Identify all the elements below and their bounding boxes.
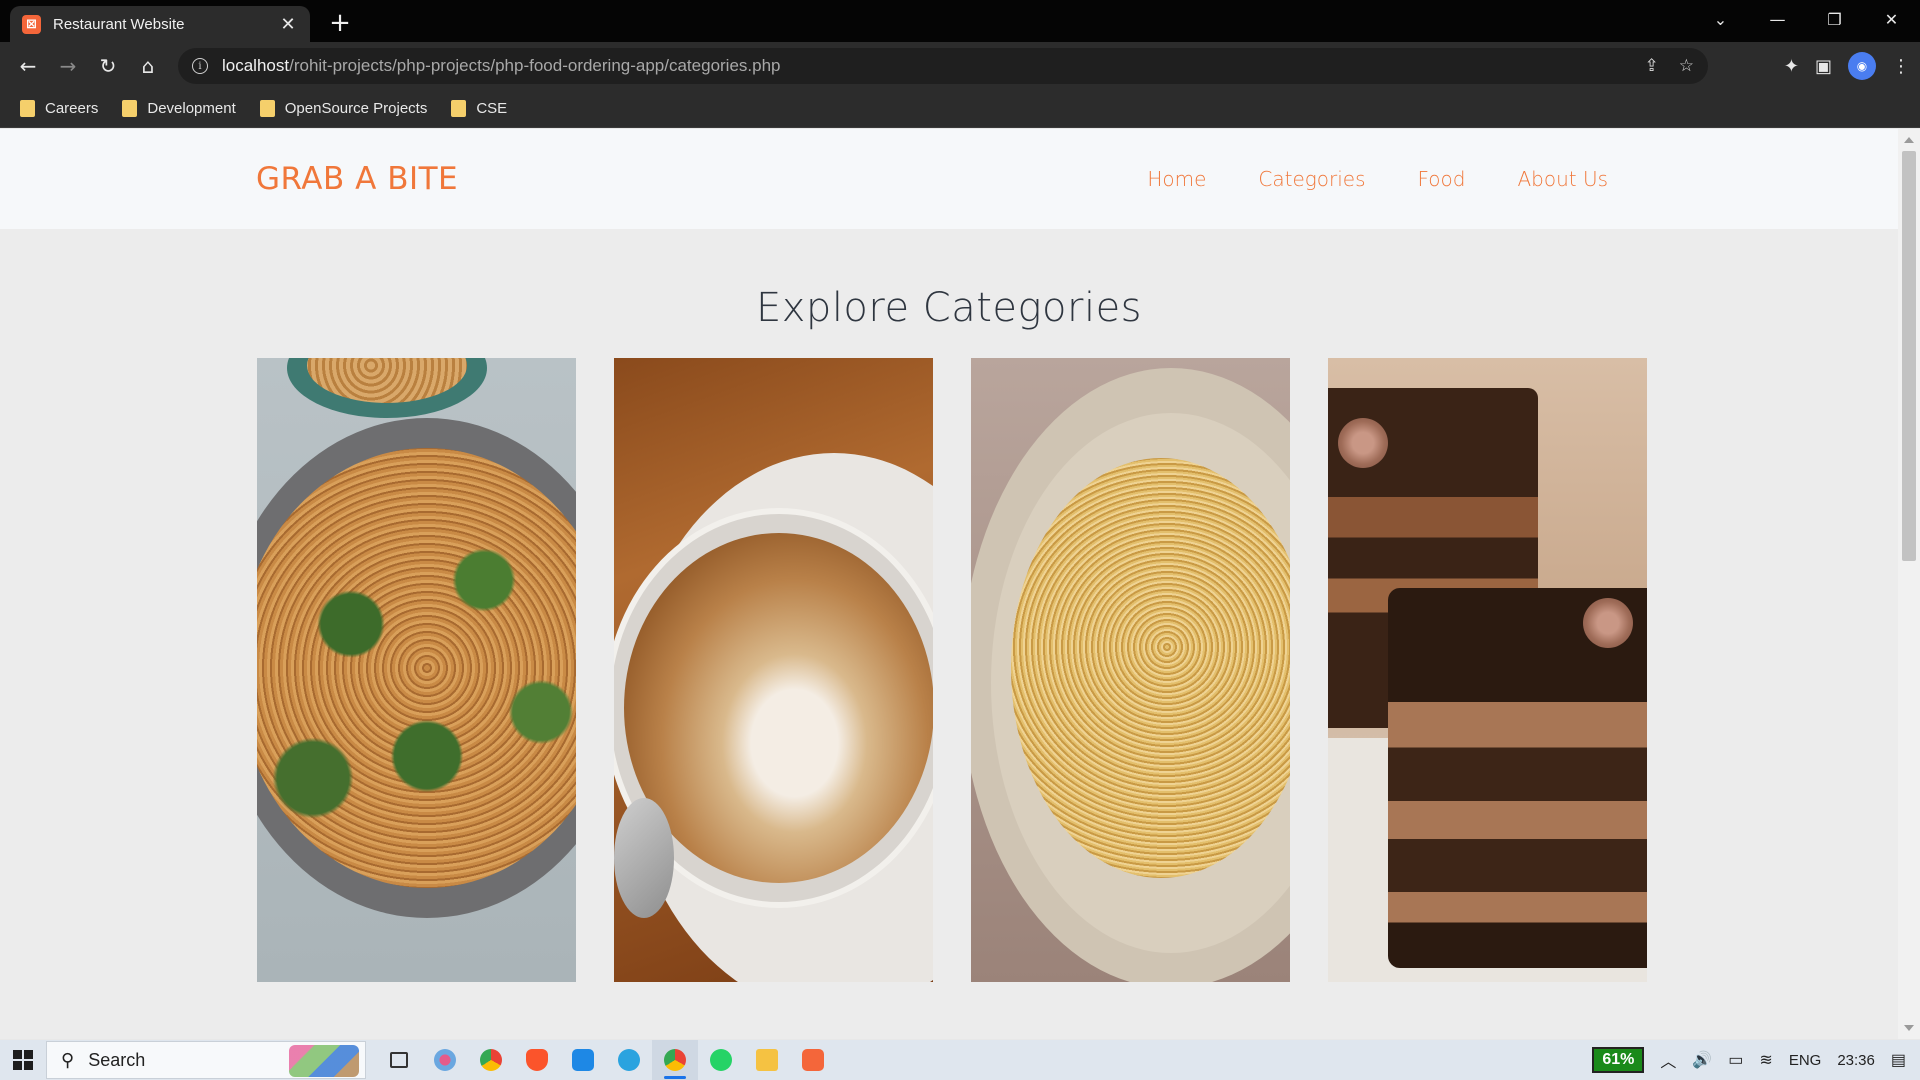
tab-search-icon[interactable]: ⌄ [1692,0,1749,38]
taskbar-apps [376,1040,836,1080]
show-hidden-icons-icon[interactable]: ︿ [1660,1048,1676,1072]
clock[interactable]: 23:36 [1837,1052,1875,1069]
page-scrollbar[interactable] [1898,129,1920,1039]
scroll-down-icon[interactable] [1904,1025,1914,1031]
bookmarks-bar: Careers Development OpenSource Projects … [0,90,1920,128]
back-icon[interactable]: ← [8,46,48,86]
window-controls: ⌄ — ❐ ✕ [1692,0,1920,42]
bookmark-careers[interactable]: Careers [20,100,98,117]
brave-app-icon[interactable] [514,1040,560,1080]
site-nav: Home Categories Food About Us [1147,167,1608,191]
system-tray: 61% ︿ 🔊 ▭ ≋ ENG 23:36 ▤ [1592,1047,1920,1073]
volume-icon[interactable]: 🔊 [1692,1050,1712,1070]
tab-title: Restaurant Website [53,15,185,33]
bookmark-opensource-projects[interactable]: OpenSource Projects [259,100,428,117]
profile-avatar[interactable]: ◉ [1848,52,1876,80]
cream-swirl [1583,598,1633,648]
home-icon[interactable]: ⌂ [128,46,168,86]
category-card-cake[interactable] [1328,358,1647,982]
browser-tab[interactable]: ⊠ Restaurant Website ✕ [10,6,310,42]
bookmark-label: Careers [45,100,99,117]
browser-tab-strip: ⊠ Restaurant Website ✕ + ⌄ — ❐ ✕ [0,0,1920,42]
bookmark-label: CSE [476,100,508,117]
close-window-button[interactable]: ✕ [1863,0,1920,38]
folder-icon [122,100,138,117]
nav-link-about-us[interactable]: About Us [1517,167,1608,191]
site-info-icon[interactable]: i [192,58,208,74]
forward-icon[interactable]: → [48,46,88,86]
bookmark-development[interactable]: Development [122,100,236,117]
search-icon: ⚲ [61,1049,75,1070]
search-label: Search [88,1049,146,1070]
wifi-icon[interactable]: ≋ [1759,1050,1772,1070]
address-bar[interactable]: i localhost /rohit-projects/php-projects… [178,48,1708,84]
xampp-favicon-icon: ⊠ [22,14,41,34]
paint-app-icon[interactable] [422,1040,468,1080]
nav-link-home[interactable]: Home [1147,167,1206,191]
side-panel-icon[interactable]: ▣ [1815,56,1832,77]
category-card-noodles[interactable] [257,358,576,982]
menu-kebab-icon[interactable]: ⋮ [1892,56,1910,77]
url-host: localhost [222,56,290,75]
category-card-pasta[interactable] [971,358,1290,982]
restore-button[interactable]: ❐ [1806,0,1863,38]
category-card-coffee[interactable] [614,358,933,982]
scroll-up-icon[interactable] [1904,137,1914,143]
folder-icon [259,100,275,117]
battery-icon[interactable]: ▭ [1728,1050,1743,1070]
windows-logo-icon [13,1050,33,1070]
cream-swirl [1338,418,1388,468]
omnibox-actions: ⇪ ☆ [1645,56,1695,76]
whatsapp-app-icon[interactable] [698,1040,744,1080]
file-explorer-app-icon[interactable] [744,1040,790,1080]
spoon [614,798,674,918]
reload-icon[interactable]: ↻ [88,46,128,86]
share-icon[interactable]: ⇪ [1645,56,1659,76]
vscode-app-icon[interactable] [560,1040,606,1080]
new-tab-button[interactable]: + [325,8,355,38]
browser-toolbar: ← → ↻ ⌂ i localhost /rohit-projects/php-… [0,42,1920,90]
category-grid [257,358,1647,982]
chrome-app-icon[interactable] [468,1040,514,1080]
nav-link-food[interactable]: Food [1417,167,1465,191]
battery-percent[interactable]: 61% [1592,1047,1645,1073]
windows-taskbar: ⚲ Search 61% ︿ 🔊 ▭ ≋ ENG 23:36 ▤ [0,1040,1920,1080]
section-title: Explore Categories [755,285,1143,331]
page-viewport: GRAB A BITE Home Categories Food About U… [0,129,1898,1039]
tab-close-icon[interactable]: ✕ [278,14,298,35]
bookmark-star-icon[interactable]: ☆ [1679,56,1694,76]
telegram-app-icon[interactable] [606,1040,652,1080]
folder-icon [20,100,35,117]
folder-icon [451,100,467,117]
taskbar-search[interactable]: ⚲ Search [46,1041,366,1079]
noodles-bowl [257,448,576,888]
toolbar-right: ✦ ▣ ◉ ⋮ [1784,48,1910,84]
site-header: GRAB A BITE Home Categories Food About U… [0,129,1898,229]
search-highlight-image [289,1045,359,1077]
task-view-icon[interactable] [376,1040,422,1080]
extensions-icon[interactable]: ✦ [1784,56,1799,77]
scrollbar-thumb[interactable] [1902,151,1916,561]
xampp-app-icon[interactable] [790,1040,836,1080]
bookmark-label: OpenSource Projects [284,100,428,117]
site-logo[interactable]: GRAB A BITE [256,161,458,197]
bookmark-cse[interactable]: CSE [451,100,507,117]
start-button[interactable] [0,1040,46,1080]
nav-link-categories[interactable]: Categories [1258,167,1365,191]
bookmark-label: Development [147,100,236,117]
url-path: /rohit-projects/php-projects/php-food-or… [289,56,781,75]
language-indicator[interactable]: ENG [1789,1052,1822,1069]
notifications-icon[interactable]: ▤ [1891,1050,1906,1070]
chrome-active-app-icon[interactable] [652,1040,698,1080]
minimize-button[interactable]: — [1749,0,1806,38]
